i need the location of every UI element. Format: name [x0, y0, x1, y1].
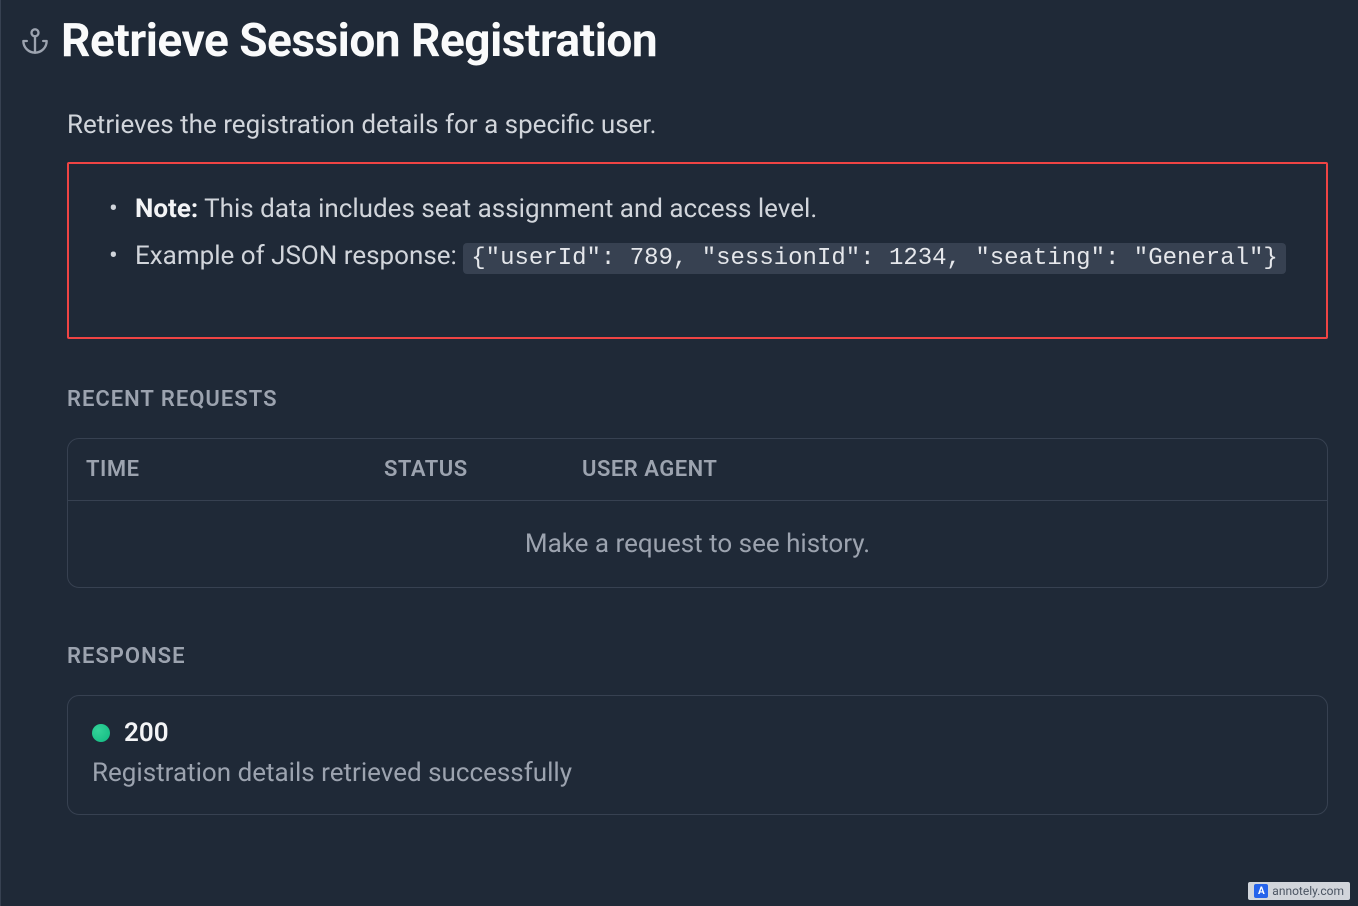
example-json-code: {"userId": 789, "sessionId": 1234, "seat… — [463, 243, 1286, 274]
page-title: Retrieve Session Registration — [61, 14, 657, 68]
anchor-icon[interactable] — [21, 27, 49, 55]
response-heading: RESPONSE — [67, 644, 1328, 669]
endpoint-description: Retrieves the registration details for a… — [67, 110, 1328, 140]
example-item: Example of JSON response: {"userId": 789… — [99, 233, 1296, 282]
status-code: 200 — [124, 718, 169, 748]
response-card[interactable]: 200 Registration details retrieved succe… — [67, 695, 1328, 815]
column-header-time: TIME — [86, 457, 384, 482]
column-header-status: STATUS — [384, 457, 582, 482]
annotely-watermark[interactable]: A annotely.com — [1248, 882, 1350, 900]
annotely-badge-icon: A — [1254, 884, 1268, 898]
status-dot-icon — [92, 724, 110, 742]
response-message: Registration details retrieved successfu… — [92, 758, 1303, 788]
note-item: Note: This data includes seat assignment… — [99, 186, 1296, 233]
column-header-user-agent: USER AGENT — [582, 457, 1309, 482]
annotely-text: annotely.com — [1272, 884, 1344, 898]
recent-requests-heading: RECENT REQUESTS — [67, 387, 1328, 412]
table-empty-state: Make a request to see history. — [68, 501, 1327, 587]
note-text: This data includes seat assignment and a… — [204, 194, 817, 224]
note-heading: Note: — [135, 194, 198, 224]
table-header-row: TIME STATUS USER AGENT — [68, 439, 1327, 501]
note-callout: Note: This data includes seat assignment… — [67, 162, 1328, 339]
example-label: Example of JSON response: — [135, 241, 463, 271]
recent-requests-table: TIME STATUS USER AGENT Make a request to… — [67, 438, 1328, 588]
